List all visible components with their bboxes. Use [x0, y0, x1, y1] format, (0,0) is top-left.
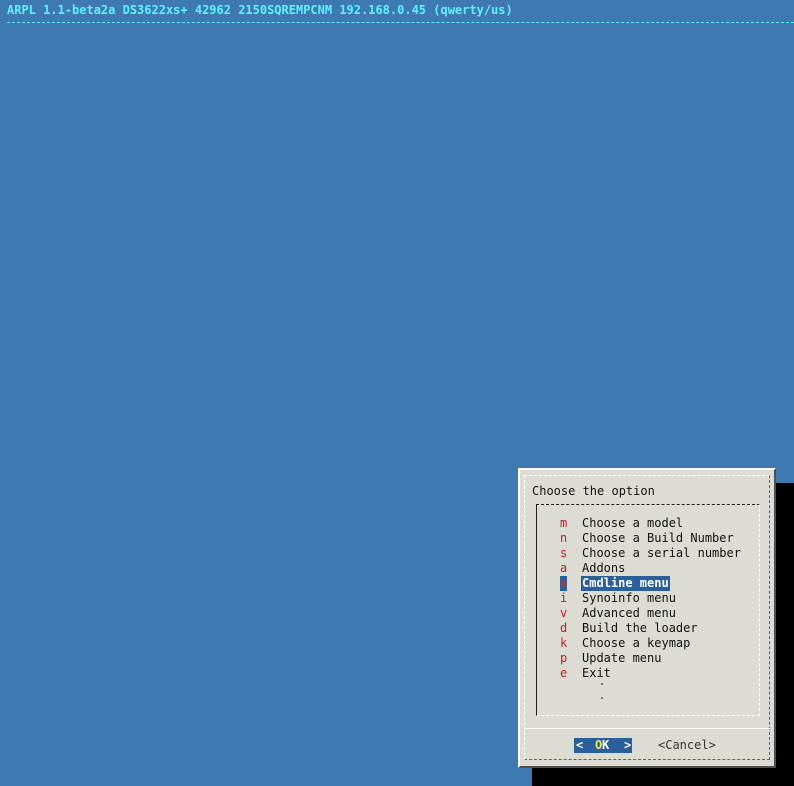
menu-list: m Choose a model n Choose a Build Number s Ch… — [560, 516, 742, 681]
menu-item-label: Choose a keymap — [582, 636, 691, 650]
title-bar: ARPL 1.1-beta2a DS3622xs+ 42962 2150SQRE… — [0, 0, 794, 26]
menu-item-label: Advanced menu — [582, 606, 676, 620]
menu-item-a[interactable]: a Addons — [560, 561, 742, 576]
menu-item-label: Build the loader — [582, 621, 698, 635]
menu-item-hotkey: m — [560, 516, 568, 530]
backtitle: ARPL 1.1-beta2a DS3622xs+ 42962 2150SQRE… — [7, 3, 513, 17]
menu-item-label: Synoinfo menu — [582, 591, 676, 605]
menu-item-label: Cmdline menu — [581, 576, 670, 591]
menu-item-label: Exit — [582, 666, 611, 680]
menu-item-label: Choose a Build Number — [582, 531, 734, 545]
cancel-button[interactable]: <Cancel> — [658, 738, 716, 753]
menu-item-hotkey: e — [560, 666, 568, 680]
ok-button[interactable]: < O K > — [574, 738, 632, 753]
menu-item-hotkey: v — [560, 606, 568, 620]
menu-item-hotkey: a — [560, 561, 568, 575]
scroll-indicator-dot — [601, 683, 603, 685]
menu-item-hotkey: d — [560, 621, 568, 635]
dialog-prompt: Choose the option — [532, 484, 655, 498]
ok-button-right-bracket: > — [624, 738, 632, 752]
menu-item-i[interactable]: i Synoinfo menu — [560, 591, 742, 606]
menu-item-hotkey: n — [560, 531, 568, 545]
menu-item-hotkey: i — [560, 591, 568, 605]
menu-item-s[interactable]: s Choose a serial number — [560, 546, 742, 561]
menu-dialog: Choose the option m Choose a model n Choose… — [518, 468, 776, 768]
menu-item-v[interactable]: v Advanced menu — [560, 606, 742, 621]
ok-button-left-bracket: < — [576, 738, 584, 752]
menu-item-hotkey: x — [560, 576, 568, 591]
menu-item-label: Choose a serial number — [582, 546, 741, 560]
menu-list-box: m Choose a model n Choose a Build Number s Ch… — [536, 504, 760, 716]
menu-item-k[interactable]: k Choose a keymap — [560, 636, 742, 651]
menu-item-d[interactable]: d Build the loader — [560, 621, 742, 636]
menu-item-p[interactable]: p Update menu — [560, 651, 742, 666]
ok-button-label: K — [602, 738, 610, 752]
title-divider — [7, 22, 794, 23]
menu-item-hotkey: k — [560, 636, 568, 650]
menu-item-label: Update menu — [582, 651, 662, 665]
menu-item-hotkey: s — [560, 546, 568, 560]
menu-item-label: Choose a model — [582, 516, 684, 530]
menu-item-e[interactable]: e Exit — [560, 666, 742, 681]
button-divider — [524, 728, 770, 729]
menu-item-x[interactable]: x Cmdline menu — [560, 576, 742, 591]
scroll-indicator-dot — [601, 697, 603, 699]
menu-item-hotkey: p — [560, 651, 568, 665]
menu-item-n[interactable]: n Choose a Build Number — [560, 531, 742, 546]
menu-item-m[interactable]: m Choose a model — [560, 516, 742, 531]
menu-item-label: Addons — [582, 561, 626, 575]
